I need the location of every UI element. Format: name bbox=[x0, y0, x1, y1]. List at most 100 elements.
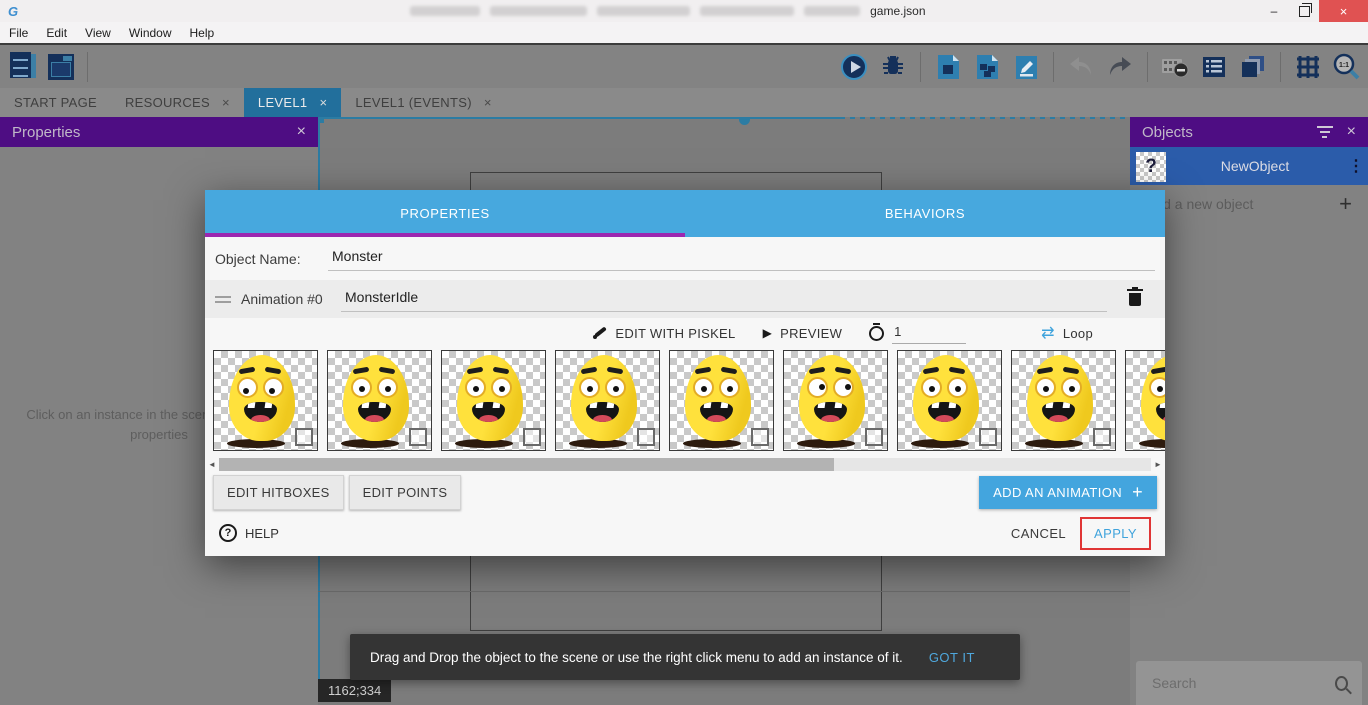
help-icon: ? bbox=[219, 524, 237, 542]
close-icon[interactable]: × bbox=[297, 123, 306, 141]
scene-window-bottom-line bbox=[318, 591, 1130, 592]
redo-button[interactable] bbox=[1105, 51, 1135, 83]
animation-frame-2[interactable] bbox=[327, 350, 432, 451]
menu-edit[interactable]: Edit bbox=[37, 26, 76, 40]
edit-with-piskel-button[interactable]: EDIT WITH PISKEL bbox=[593, 326, 735, 341]
animation-frame-3[interactable] bbox=[441, 350, 546, 451]
project-manager-button[interactable] bbox=[8, 51, 38, 83]
object-thumbnail: ? bbox=[1136, 152, 1166, 182]
object-list-item-newobject[interactable]: ? NewObject ⋮ bbox=[1130, 147, 1368, 185]
apply-button[interactable]: APPLY bbox=[1082, 519, 1149, 548]
toggle-grid-button[interactable] bbox=[1293, 51, 1323, 83]
frame-checkbox[interactable] bbox=[751, 428, 769, 446]
scroll-right-arrow-icon[interactable]: ► bbox=[1151, 460, 1165, 469]
scroll-left-arrow-icon[interactable]: ◄ bbox=[205, 460, 219, 469]
debug-button[interactable] bbox=[878, 51, 908, 83]
close-window-button[interactable]: × bbox=[1319, 0, 1368, 22]
start-page-button[interactable] bbox=[46, 51, 76, 83]
time-between-frames-control: 1 bbox=[869, 323, 966, 344]
open-scene-button[interactable] bbox=[933, 51, 963, 83]
object-menu-dots-icon[interactable]: ⋮ bbox=[1344, 156, 1368, 176]
drag-handle-icon[interactable] bbox=[215, 296, 231, 303]
open-objects-button[interactable] bbox=[972, 51, 1002, 83]
animation-frame-6[interactable] bbox=[783, 350, 888, 451]
scrollbar-track[interactable] bbox=[219, 458, 1151, 471]
tab-level1-events[interactable]: LEVEL1 (EVENTS) × bbox=[341, 88, 505, 117]
tab-close-icon[interactable]: × bbox=[484, 95, 492, 110]
restore-button[interactable] bbox=[1289, 0, 1319, 22]
animation-frame-7[interactable] bbox=[897, 350, 1002, 451]
got-it-button[interactable]: GOT IT bbox=[929, 650, 975, 665]
animation-name-input[interactable]: MonsterIdle bbox=[341, 287, 1107, 312]
layers-button[interactable] bbox=[1238, 51, 1268, 83]
frame-checkbox[interactable] bbox=[295, 428, 313, 446]
edit-events-button[interactable] bbox=[1011, 51, 1041, 83]
tab-resources[interactable]: RESOURCES × bbox=[111, 88, 244, 117]
edit-points-button[interactable]: EDIT POINTS bbox=[349, 475, 462, 510]
toggle-mask-button[interactable] bbox=[1160, 51, 1190, 83]
animation-frame-5[interactable] bbox=[669, 350, 774, 451]
edit-file-icon bbox=[1013, 54, 1039, 80]
redacted-path-segment bbox=[700, 6, 794, 16]
redo-icon bbox=[1107, 56, 1133, 78]
dialog-tab-behaviors[interactable]: BEHAVIORS bbox=[685, 190, 1165, 237]
window-title-path: game.json bbox=[410, 4, 925, 18]
animation-index-label: Animation #0 bbox=[241, 291, 341, 307]
scrollbar-thumb[interactable] bbox=[219, 458, 834, 471]
tab-close-icon[interactable]: × bbox=[222, 95, 230, 110]
preview-play-button[interactable] bbox=[839, 51, 869, 83]
menu-help[interactable]: Help bbox=[181, 26, 224, 40]
menu-window[interactable]: Window bbox=[120, 26, 181, 40]
menu-bar: File Edit View Window Help bbox=[0, 22, 1368, 43]
redacted-path-segment bbox=[804, 6, 860, 16]
toolbar-divider bbox=[1280, 52, 1281, 82]
help-button[interactable]: ? HELP bbox=[219, 524, 279, 542]
tab-level1[interactable]: LEVEL1 × bbox=[244, 88, 341, 117]
add-new-object-button[interactable]: Add a new object + bbox=[1130, 185, 1368, 222]
frame-checkbox[interactable] bbox=[979, 428, 997, 446]
dialog-tab-properties[interactable]: PROPERTIES bbox=[205, 190, 685, 237]
preview-button[interactable]: ▶ PREVIEW bbox=[763, 326, 843, 341]
frame-checkbox[interactable] bbox=[1093, 428, 1111, 446]
time-between-frames-input[interactable]: 1 bbox=[892, 323, 966, 344]
frame-checkbox[interactable] bbox=[637, 428, 655, 446]
animation-frame-9[interactable] bbox=[1125, 350, 1165, 451]
close-icon[interactable]: × bbox=[1347, 123, 1356, 141]
add-animation-button[interactable]: ADD AN ANIMATION + bbox=[979, 476, 1157, 509]
objects-panel-title: Objects bbox=[1142, 124, 1193, 141]
instances-list-button[interactable] bbox=[1199, 51, 1229, 83]
search-input[interactable] bbox=[1150, 674, 1335, 692]
search-icon bbox=[1335, 676, 1348, 691]
scene-file-icon bbox=[935, 54, 961, 80]
animation-frames-strip bbox=[205, 348, 1165, 456]
filter-icon[interactable] bbox=[1317, 126, 1333, 138]
zoom-1-1-icon: 1:1 bbox=[1333, 53, 1361, 81]
menu-view[interactable]: View bbox=[76, 26, 120, 40]
animation-frame-1[interactable] bbox=[213, 350, 318, 451]
loop-toggle[interactable]: ⇄ Loop bbox=[1041, 323, 1093, 343]
edit-hitboxes-button[interactable]: EDIT HITBOXES bbox=[213, 475, 344, 510]
delete-animation-icon[interactable] bbox=[1129, 293, 1141, 306]
object-name-input[interactable]: Monster bbox=[328, 246, 1155, 271]
plus-icon: + bbox=[1132, 482, 1143, 503]
snackbar-message: Drag and Drop the object to the scene or… bbox=[370, 650, 903, 665]
toolbar-divider bbox=[87, 52, 88, 82]
objects-search-box[interactable] bbox=[1136, 661, 1362, 705]
tab-close-icon[interactable]: × bbox=[319, 95, 327, 110]
animation-frame-4[interactable] bbox=[555, 350, 660, 451]
zoom-reset-button[interactable]: 1:1 bbox=[1332, 51, 1362, 83]
tab-start-page[interactable]: START PAGE bbox=[0, 88, 111, 117]
frame-checkbox[interactable] bbox=[865, 428, 883, 446]
menu-file[interactable]: File bbox=[0, 26, 37, 40]
scene-selection-corner-handle[interactable] bbox=[318, 117, 324, 123]
animation-frame-8[interactable] bbox=[1011, 350, 1116, 451]
film-minus-icon bbox=[1161, 55, 1189, 79]
scene-selection-top-handle[interactable] bbox=[739, 117, 750, 125]
cursor-coordinates-badge: 1162;334 bbox=[318, 679, 391, 702]
cancel-button[interactable]: CANCEL bbox=[1001, 518, 1076, 549]
brush-icon bbox=[593, 326, 607, 340]
frame-checkbox[interactable] bbox=[409, 428, 427, 446]
frame-checkbox[interactable] bbox=[523, 428, 541, 446]
undo-button[interactable] bbox=[1066, 51, 1096, 83]
minimize-button[interactable]: – bbox=[1259, 0, 1289, 22]
